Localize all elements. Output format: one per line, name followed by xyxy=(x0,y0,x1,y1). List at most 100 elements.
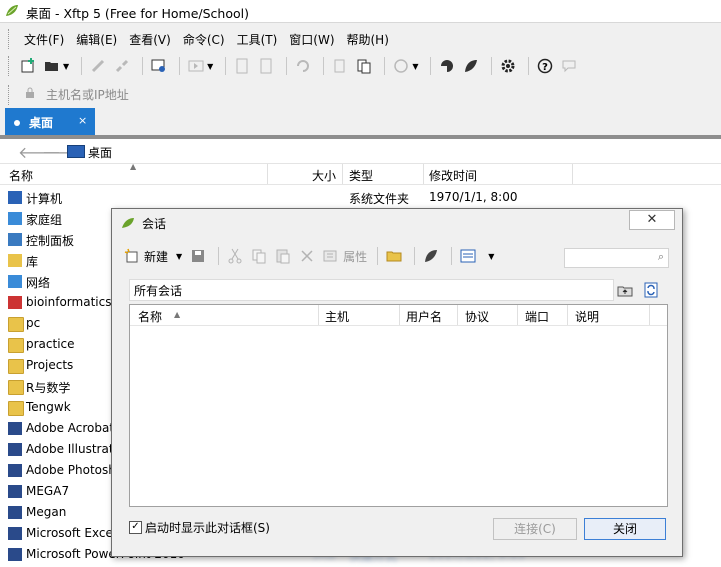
menu-edit[interactable]: 编辑(E) xyxy=(70,29,123,49)
folder-icon xyxy=(8,317,24,332)
file-type: 系统文件夹 xyxy=(349,192,410,206)
control-panel-icon xyxy=(8,233,22,246)
chevron-down-icon[interactable]: ▼ xyxy=(176,252,182,261)
shortcut-icon xyxy=(8,443,22,456)
upload-icon[interactable] xyxy=(232,56,252,76)
file-name: Microsoft Exce xyxy=(26,526,113,540)
main-toolbar: ▼ ▼ ▼ ? xyxy=(18,55,583,77)
col-name[interactable]: 名称 xyxy=(9,167,33,184)
close-button[interactable]: 关闭 xyxy=(584,518,666,540)
chevron-down-icon[interactable]: ▼ xyxy=(63,62,69,71)
col-size[interactable]: 大小 xyxy=(312,167,336,184)
homegroup-icon xyxy=(8,212,22,225)
menu-help[interactable]: 帮助(H) xyxy=(341,29,395,49)
col-protocol[interactable]: 协议 xyxy=(465,308,489,325)
addressbar-grip[interactable] xyxy=(8,85,12,105)
app-icon xyxy=(8,296,22,309)
col-modified[interactable]: 修改时间 xyxy=(429,167,477,184)
menubar-grip[interactable] xyxy=(8,29,12,49)
host-input[interactable]: 主机名或IP地址 xyxy=(46,86,129,103)
delete-icon[interactable] xyxy=(297,246,317,266)
sort-up-icon: ▲ xyxy=(130,162,137,171)
folder-icon xyxy=(8,359,24,374)
sync-icon[interactable] xyxy=(643,282,659,298)
xftp-icon[interactable] xyxy=(461,56,481,76)
connect-button[interactable]: 连接(C) xyxy=(493,518,577,540)
title-bar: 桌面 - Xftp 5 (Free for Home/School) xyxy=(0,0,721,22)
paste-icon[interactable] xyxy=(354,56,374,76)
file-name: Projects xyxy=(26,358,74,372)
session-folder-path[interactable]: 所有会话 xyxy=(129,279,614,301)
properties-icon[interactable] xyxy=(321,246,341,266)
file-list-header: 名称 ▲ 大小 类型 修改时间 xyxy=(0,162,721,185)
copy-icon[interactable] xyxy=(330,56,350,76)
open-folder-icon[interactable] xyxy=(42,56,62,76)
save-icon[interactable] xyxy=(188,246,208,266)
col-username[interactable]: 用户名 xyxy=(406,308,442,325)
menu-tools[interactable]: 工具(T) xyxy=(231,29,284,49)
copy-icon[interactable] xyxy=(249,246,269,266)
paste-icon[interactable] xyxy=(273,246,293,266)
session-list[interactable]: 名称 ▲ 主机 用户名 协议 端口 说明 xyxy=(129,304,668,507)
col-session-name[interactable]: 名称 xyxy=(138,308,162,325)
file-name: 控制面板 xyxy=(26,234,75,248)
sort-up-icon: ▲ xyxy=(174,310,181,319)
shortcut-icon xyxy=(8,506,22,519)
file-name: 家庭组 xyxy=(26,213,63,227)
gear-icon[interactable] xyxy=(498,56,518,76)
dialog-title: 会话 xyxy=(142,217,167,231)
globe-icon[interactable] xyxy=(391,56,411,76)
col-host[interactable]: 主机 xyxy=(325,308,349,325)
chevron-down-icon[interactable]: ▼ xyxy=(488,252,494,261)
download-icon[interactable] xyxy=(256,56,276,76)
toolbar-grip[interactable] xyxy=(8,56,12,76)
address-bar[interactable]: 主机名或IP地址 xyxy=(18,82,716,104)
file-name: Tengwk xyxy=(26,400,71,414)
xftp-logo-icon xyxy=(122,218,134,228)
session-search-input[interactable]: ⌕ xyxy=(564,248,669,268)
session-settings-icon[interactable] xyxy=(149,56,169,76)
file-name: R与数学 xyxy=(26,381,71,395)
properties-button[interactable]: 属性 xyxy=(343,248,367,265)
menu-file[interactable]: 文件(F) xyxy=(18,29,70,49)
current-path[interactable]: 桌面 xyxy=(88,144,112,161)
file-name: MEGA7 xyxy=(26,484,70,498)
session-list-header: 名称 ▲ 主机 用户名 协议 端口 说明 xyxy=(130,305,667,326)
new-session-icon[interactable] xyxy=(122,246,142,266)
close-icon[interactable]: × xyxy=(78,114,87,127)
view-list-icon[interactable] xyxy=(458,246,478,266)
menu-command[interactable]: 命令(C) xyxy=(177,29,231,49)
col-description[interactable]: 说明 xyxy=(575,308,599,325)
chat-icon[interactable] xyxy=(559,56,579,76)
menu-window[interactable]: 窗口(W) xyxy=(283,29,340,49)
disconnect-icon[interactable] xyxy=(112,56,132,76)
tab-status-icon xyxy=(14,120,20,126)
startup-checkbox[interactable]: ✓ xyxy=(129,521,142,534)
chevron-down-icon[interactable]: ▼ xyxy=(412,62,418,71)
menu-view[interactable]: 查看(V) xyxy=(123,29,177,49)
network-icon xyxy=(8,275,22,288)
file-name: pc xyxy=(26,316,41,330)
startup-checkbox-label[interactable]: 启动时显示此对话框(S) xyxy=(145,519,270,536)
dialog-close-button[interactable]: ✕ xyxy=(629,210,675,230)
shortcut-icon xyxy=(8,485,22,498)
help-icon[interactable]: ? xyxy=(535,56,555,76)
chevron-down-icon[interactable]: ▼ xyxy=(207,62,213,71)
xshell-icon[interactable] xyxy=(437,56,457,76)
folder-icon xyxy=(8,401,24,416)
new-button[interactable]: 新建 xyxy=(144,248,168,265)
cut-icon[interactable] xyxy=(225,246,245,266)
file-row[interactable]: 计算机 系统文件夹 1970/1/1, 8:00 xyxy=(0,187,721,208)
folder-icon[interactable] xyxy=(384,246,404,266)
transfer-icon[interactable] xyxy=(186,56,206,76)
refresh-icon[interactable] xyxy=(293,56,313,76)
new-session-icon[interactable] xyxy=(18,56,38,76)
col-port[interactable]: 端口 xyxy=(525,308,549,325)
folder-up-icon[interactable] xyxy=(617,282,633,298)
tab-desktop[interactable]: 桌面 × xyxy=(5,108,95,135)
connect-icon[interactable] xyxy=(421,246,441,266)
col-type[interactable]: 类型 xyxy=(349,167,373,184)
file-name: 网络 xyxy=(26,276,51,290)
shortcut-icon xyxy=(8,548,22,561)
connect-icon[interactable] xyxy=(88,56,108,76)
